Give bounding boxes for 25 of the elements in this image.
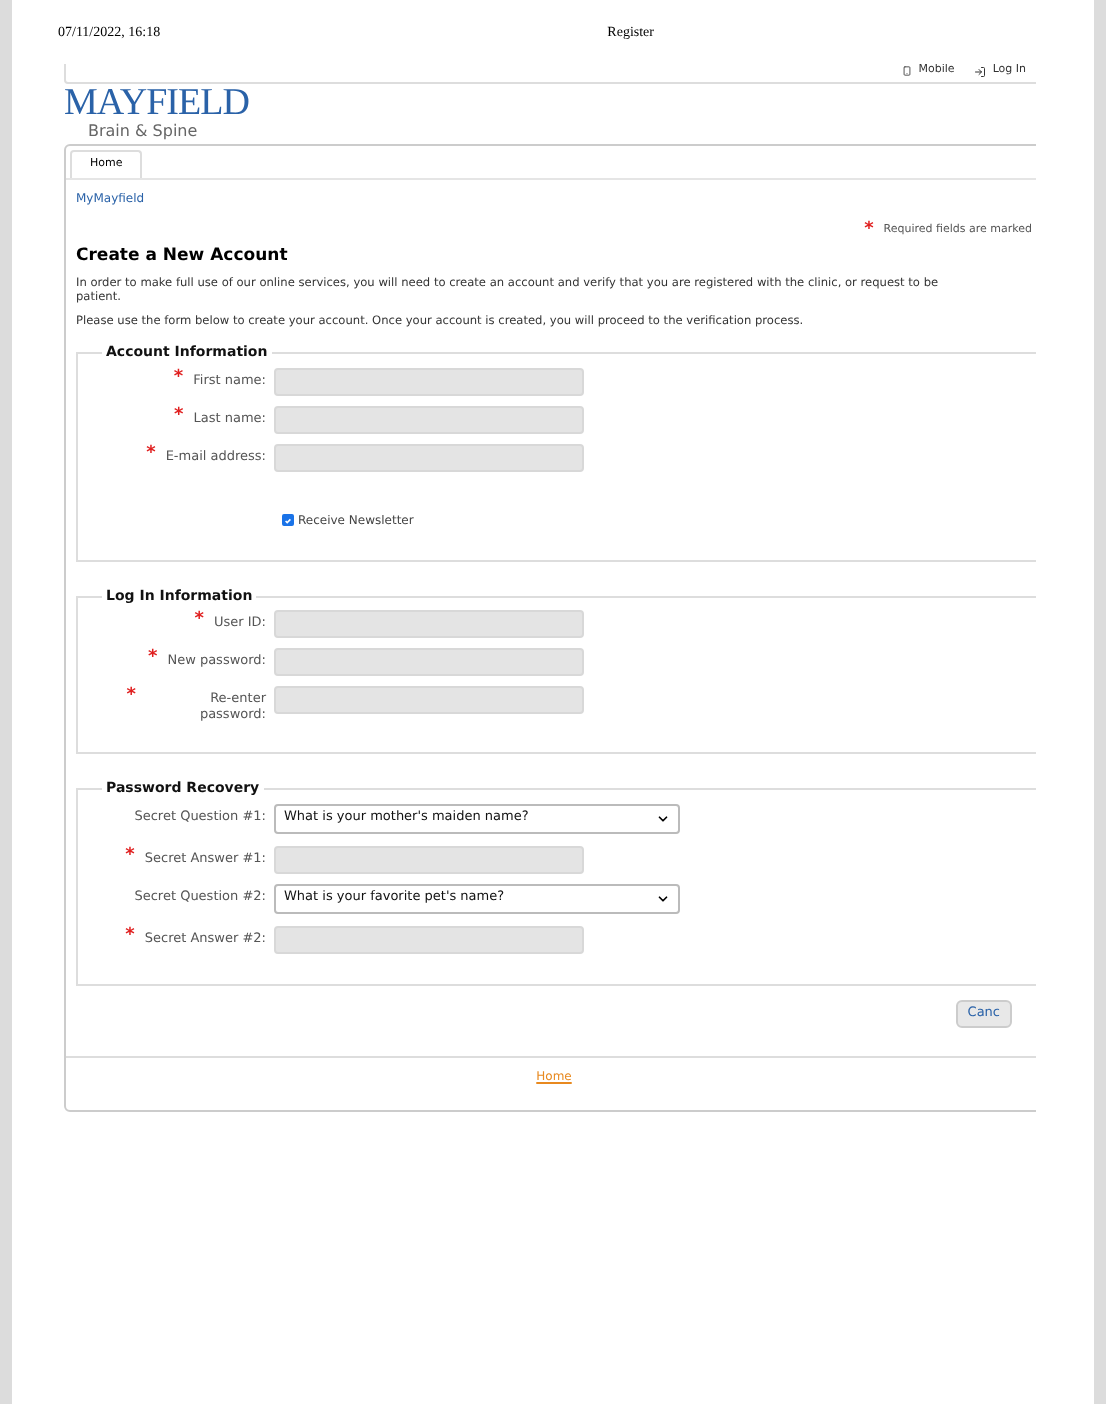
required-asterisk: * <box>174 407 184 426</box>
required-asterisk: * <box>146 445 156 464</box>
input-field[interactable] <box>274 686 584 715</box>
required-asterisk: * <box>194 612 204 631</box>
required-asterisk: * <box>125 847 135 866</box>
input-field[interactable] <box>274 610 584 639</box>
input-field[interactable] <box>274 367 584 396</box>
input-field[interactable] <box>274 845 584 874</box>
required-asterisk: * <box>126 688 136 707</box>
required-asterisk: * <box>125 927 135 946</box>
required-asterisk: * <box>864 222 874 240</box>
dropdown-caret-icon <box>656 891 670 906</box>
input-field[interactable] <box>274 648 584 677</box>
dropdown-caret-icon <box>656 811 670 826</box>
required-asterisk: * <box>147 650 158 669</box>
input-field[interactable] <box>274 443 584 472</box>
required-asterisk: * <box>173 369 184 388</box>
phone-icon <box>902 66 913 76</box>
page-heading: Create a New Account <box>76 244 290 270</box>
logo-wordmark: MAYFIELD <box>64 86 251 122</box>
login-icon <box>974 65 987 77</box>
checkbox[interactable] <box>282 514 294 527</box>
input-field[interactable] <box>274 405 584 434</box>
input-field[interactable] <box>274 925 584 954</box>
logo-tagline: Brain & Spine <box>88 122 200 142</box>
